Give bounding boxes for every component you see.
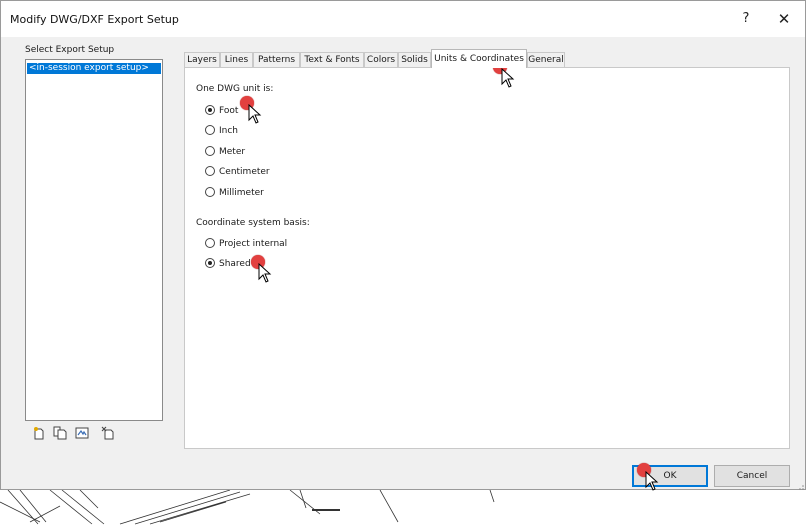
close-button[interactable]: ✕ xyxy=(771,8,797,30)
tab-solids[interactable]: Solids xyxy=(398,52,431,68)
radio-button-foot[interactable] xyxy=(205,105,215,115)
tab-lines[interactable]: Lines xyxy=(220,52,253,68)
tab-layers[interactable]: Layers xyxy=(184,52,220,68)
cancel-button[interactable]: Cancel xyxy=(714,465,790,487)
export-setup-dialog: Modify DWG/DXF Export Setup ? ✕ Select E… xyxy=(0,0,806,490)
duplicate-setup-icon[interactable] xyxy=(53,426,67,440)
radio-button-centimeter[interactable] xyxy=(205,166,215,176)
tab-general[interactable]: General xyxy=(527,52,565,68)
dwg-unit-label: One DWG unit is: xyxy=(196,84,274,94)
radio-label-meter: Meter xyxy=(219,147,246,157)
radio-label-project-internal: Project internal xyxy=(219,239,288,249)
radio-label-foot: Foot xyxy=(219,106,239,116)
radio-button-project-internal[interactable] xyxy=(205,238,215,248)
mouse-pointer-icon xyxy=(248,104,262,124)
mouse-pointer-icon xyxy=(258,263,272,283)
mouse-pointer-icon xyxy=(501,68,515,88)
tab-colors[interactable]: Colors xyxy=(364,52,398,68)
new-setup-icon[interactable] xyxy=(32,426,46,440)
resize-grip-icon[interactable] xyxy=(797,483,805,491)
tab-patterns[interactable]: Patterns xyxy=(253,52,300,68)
delete-setup-icon[interactable] xyxy=(101,426,115,440)
radio-label-inch: Inch xyxy=(219,126,239,136)
mouse-pointer-icon xyxy=(645,471,659,491)
background-drawing-sketch xyxy=(0,489,495,525)
radio-button-meter[interactable] xyxy=(205,146,215,156)
radio-label-shared: Shared xyxy=(219,259,251,269)
radio-label-centimeter: Centimeter xyxy=(219,167,270,177)
export-setup-list[interactable]: <in-session export setup> xyxy=(25,59,163,421)
radio-button-shared[interactable] xyxy=(205,258,215,268)
radio-label-millimeter: Millimeter xyxy=(219,188,264,198)
tab-units-coordinates[interactable]: Units & Coordinates xyxy=(431,49,527,68)
radio-button-millimeter[interactable] xyxy=(205,187,215,197)
title-bar: Modify DWG/DXF Export Setup ? ✕ xyxy=(1,1,805,37)
tab-text-fonts[interactable]: Text & Fonts xyxy=(300,52,364,68)
window-title: Modify DWG/DXF Export Setup xyxy=(10,13,179,26)
units-coordinates-panel: One DWG unit is: Foot Inch Meter Centime… xyxy=(184,67,790,449)
help-button[interactable]: ? xyxy=(733,8,759,30)
rename-setup-icon[interactable] xyxy=(75,426,89,440)
select-export-setup-label: Select Export Setup xyxy=(25,45,115,55)
list-item-in-session-setup[interactable]: <in-session export setup> xyxy=(27,63,161,74)
coordinate-basis-label: Coordinate system basis: xyxy=(196,218,310,228)
radio-button-inch[interactable] xyxy=(205,125,215,135)
